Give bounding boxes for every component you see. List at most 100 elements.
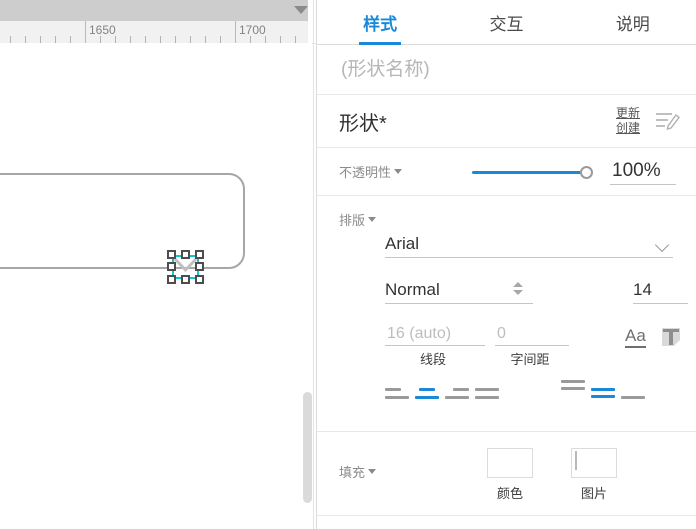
resize-handle-w[interactable] (167, 262, 176, 271)
caret-down-icon (368, 469, 377, 474)
resize-handle-e[interactable] (195, 262, 204, 271)
resize-handle-se[interactable] (195, 275, 204, 284)
typography-section-label[interactable]: 排版 (339, 210, 377, 229)
font-weight-row (385, 278, 688, 304)
opacity-slider[interactable] (472, 164, 597, 180)
style-name-label: 形状* (339, 112, 387, 135)
fill-label-text: 填充 (339, 465, 366, 480)
stepper-up-icon[interactable] (513, 282, 523, 287)
resize-handle-s[interactable] (181, 275, 190, 284)
fill-section: 填充 颜色 图片 (317, 432, 696, 516)
letter-spacing-field: 字间距 (495, 324, 569, 368)
resize-handle-nw[interactable] (167, 250, 176, 259)
ruler-minor-tick (160, 36, 161, 43)
underline-Aa-icon[interactable]: Aa (625, 326, 646, 348)
typography-section: 排版 线段 (317, 196, 696, 432)
opacity-input[interactable] (610, 158, 676, 185)
stepper-down-icon[interactable] (513, 290, 523, 295)
properties-panel: 样式 交互 说明 形状* 更新 创建 (316, 0, 696, 529)
panel-tabs: 样式 交互 说明 (317, 0, 696, 45)
opacity-slider-knob[interactable] (580, 165, 593, 179)
opacity-field (610, 158, 676, 185)
align-right-button[interactable] (445, 384, 469, 404)
resize-handle-n[interactable] (181, 250, 190, 259)
axure-editor-window: 1650 1700 样式 交互 说明 (形状名称) 形状* 更新 创建 不透明性… (0, 0, 696, 529)
align-left-button[interactable] (385, 384, 409, 404)
horizontal-ruler: 1650 1700 (0, 21, 316, 44)
line-spacing-input[interactable] (385, 324, 485, 346)
ruler-minor-tick (280, 36, 281, 43)
resize-handle-sw[interactable] (167, 275, 176, 284)
ruler-minor-tick (130, 36, 131, 43)
shape-name-row (317, 45, 696, 95)
canvas-surface[interactable] (0, 43, 308, 529)
opacity-slider-track (472, 170, 588, 174)
ruler-minor-tick (145, 36, 146, 43)
valign-top-button[interactable] (561, 378, 585, 398)
tab-notes[interactable]: 说明 (570, 0, 696, 44)
caret-down-icon (368, 217, 377, 222)
font-weight-input[interactable] (385, 278, 533, 304)
fill-image-inner (575, 451, 577, 470)
style-actions: 更新 创建 (616, 106, 640, 136)
tab-style-label: 样式 (363, 14, 398, 34)
canvas-vertical-scrollbar-thumb[interactable] (303, 392, 312, 503)
alignment-row (385, 380, 675, 410)
fill-color-caption: 颜色 (496, 486, 523, 501)
canvas-toolbar-strip (0, 0, 316, 21)
ruler-minor-tick (115, 36, 116, 43)
align-center-button[interactable] (415, 384, 439, 404)
style-row: 形状* 更新 创建 (317, 95, 696, 148)
ruler-label: 1700 (239, 23, 266, 37)
ruler-label: 1650 (89, 23, 116, 37)
font-weight-stepper[interactable] (513, 282, 523, 295)
opacity-row: 不透明性 (317, 148, 696, 196)
fill-image-caption: 图片 (580, 486, 607, 501)
edit-style-icon[interactable] (654, 109, 680, 133)
text-T-icon[interactable] (660, 326, 682, 348)
fill-buttons: 颜色 图片 (487, 448, 617, 502)
ruler-minor-tick (100, 36, 101, 43)
shape-name-input[interactable] (339, 57, 674, 82)
update-style-link[interactable]: 更新 (616, 106, 640, 121)
opacity-label-text: 不透明性 (339, 165, 392, 180)
tab-interactions[interactable]: 交互 (443, 0, 569, 44)
text-decoration-icons: Aa (625, 326, 682, 348)
letter-spacing-input[interactable] (495, 324, 569, 346)
canvas-panel-divider (313, 0, 314, 529)
fill-color-button[interactable]: 颜色 (487, 448, 533, 502)
valign-bottom-button[interactable] (621, 394, 645, 414)
line-spacing-field: 线段 (385, 324, 485, 368)
ruler-minor-tick (10, 36, 11, 43)
fill-color-swatch (487, 448, 533, 478)
fill-image-button[interactable]: 图片 (571, 448, 617, 502)
resize-handle-ne[interactable] (195, 250, 204, 259)
ruler-major-tick (85, 21, 86, 43)
toolbar-strip-end (308, 0, 316, 21)
ruler-minor-tick (250, 36, 251, 43)
create-style-link[interactable]: 创建 (616, 121, 640, 136)
tab-style[interactable]: 样式 (317, 0, 443, 44)
chevron-down-icon[interactable] (294, 6, 308, 14)
ruler-end-cap (308, 21, 316, 44)
ruler-minor-tick (205, 36, 206, 43)
line-spacing-caption: 线段 (419, 352, 446, 367)
font-family-input[interactable] (385, 232, 673, 258)
ruler-minor-tick (295, 36, 296, 43)
font-size-input[interactable] (633, 278, 688, 304)
ruler-minor-tick (40, 36, 41, 43)
caret-down-icon (394, 169, 403, 174)
selected-widget-selection[interactable] (167, 250, 204, 284)
fill-section-label[interactable]: 填充 (339, 462, 377, 481)
tab-interactions-label: 交互 (489, 14, 524, 34)
letter-spacing-caption: 字间距 (510, 352, 550, 367)
ruler-minor-tick (25, 36, 26, 43)
align-justify-button[interactable] (475, 384, 499, 404)
ruler-minor-tick (175, 36, 176, 43)
typography-label-text: 排版 (339, 213, 366, 228)
canvas-area: 1650 1700 (0, 0, 316, 529)
opacity-section-label[interactable]: 不透明性 (339, 162, 403, 181)
ruler-minor-tick (55, 36, 56, 43)
rounded-rectangle-shape[interactable] (0, 173, 245, 269)
valign-middle-button[interactable] (591, 386, 615, 406)
